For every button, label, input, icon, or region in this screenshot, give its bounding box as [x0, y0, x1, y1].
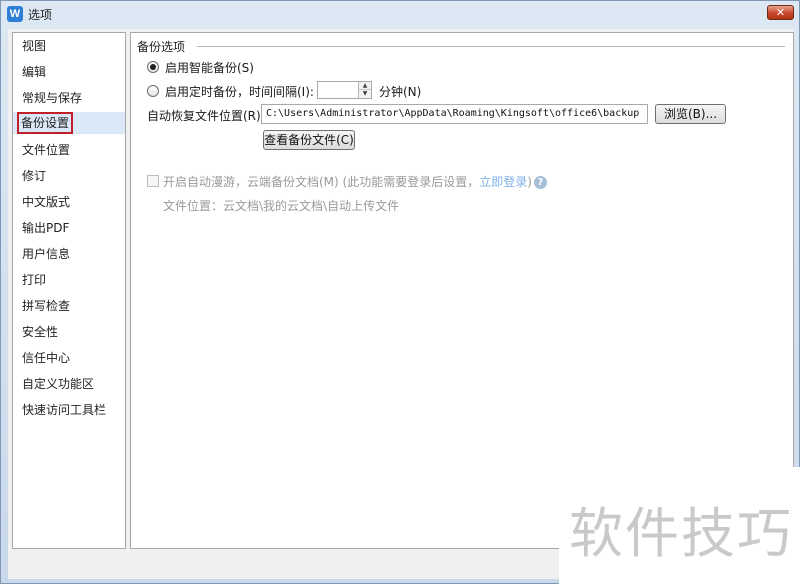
timed-backup-radio[interactable] [147, 85, 159, 97]
sidebar-item-label: 常规与保存 [22, 91, 83, 105]
sidebar-item-edit[interactable]: 编辑 [13, 61, 125, 83]
sidebar-item-label: 修订 [22, 169, 47, 183]
sidebar-item-file-locations[interactable]: 文件位置 [13, 139, 125, 161]
sidebar-item-label: 备份设置 [17, 112, 74, 134]
sidebar-item-spell-check[interactable]: 拼写检查 [13, 295, 125, 317]
sidebar-item-label: 输出PDF [22, 221, 70, 235]
group-divider [197, 46, 785, 47]
wps-app-icon: W [7, 6, 23, 22]
help-icon[interactable]: ? [533, 176, 547, 189]
watermark: 软件技巧 [559, 467, 800, 584]
sidebar-item-export-pdf[interactable]: 输出PDF [13, 217, 125, 239]
backup-options-group-title: 备份选项 [137, 38, 190, 55]
sidebar-item-label: 文件位置 [22, 143, 71, 157]
cloud-file-location-text: 文件位置：云文档\我的云文档\自动上传文件 [163, 199, 400, 213]
timed-backup-label[interactable]: 启用定时备份，时间间隔(I): [165, 83, 314, 100]
stepper-down-icon[interactable]: ▼ [359, 90, 371, 98]
cloud-roaming-text: 开启自动漫游，云端备份文档(M) (此功能需要登录后设置， [163, 175, 480, 189]
sidebar-item-label: 安全性 [22, 325, 59, 339]
browse-button[interactable]: 浏览(B)... [655, 104, 726, 124]
window-title: 选项 [28, 8, 53, 22]
options-sidebar: 视图 编辑 常规与保存 备份设置 文件位置 修订 中文版式 输出PDF 用户信息… [12, 32, 126, 549]
sidebar-item-print[interactable]: 打印 [13, 269, 125, 291]
sidebar-item-user-info[interactable]: 用户信息 [13, 243, 125, 265]
sidebar-item-label: 视图 [22, 39, 47, 53]
recovery-location-label: 自动恢复文件位置(R): [147, 109, 265, 123]
cloud-roaming-suffix: ) [527, 175, 532, 189]
sidebar-item-label: 自定义功能区 [22, 377, 95, 391]
sidebar-item-label: 用户信息 [22, 247, 71, 261]
sidebar-item-trust-center[interactable]: 信任中心 [13, 347, 125, 369]
close-button[interactable]: ✕ [767, 5, 794, 20]
sidebar-item-revisions[interactable]: 修订 [13, 165, 125, 187]
watermark-text: 软件技巧 [569, 502, 793, 565]
interval-unit-label: 分钟(N) [379, 85, 422, 99]
stepper-up-icon[interactable]: ▲ [359, 82, 371, 90]
options-dialog: W 选项 ✕ 视图 编辑 常规与保存 备份设置 文件位置 修订 中文版式 输出P… [0, 0, 800, 584]
sidebar-item-label: 信任中心 [22, 351, 71, 365]
backup-interval-stepper[interactable]: ▲ ▼ [317, 81, 372, 99]
title-bar[interactable]: W 选项 ✕ [1, 1, 799, 27]
sidebar-item-label: 中文版式 [22, 195, 71, 209]
login-now-link[interactable]: 立即登录 [479, 175, 527, 189]
sidebar-item-security[interactable]: 安全性 [13, 321, 125, 343]
cloud-roaming-label: 开启自动漫游，云端备份文档(M) (此功能需要登录后设置，立即登录)? [163, 173, 547, 190]
sidebar-item-general-save[interactable]: 常规与保存 [13, 87, 125, 109]
sidebar-item-chinese-layout[interactable]: 中文版式 [13, 191, 125, 213]
sidebar-item-view[interactable]: 视图 [13, 35, 125, 57]
stepper-buttons: ▲ ▼ [358, 82, 371, 98]
cloud-roaming-checkbox[interactable] [147, 175, 159, 187]
sidebar-item-customize-ribbon[interactable]: 自定义功能区 [13, 373, 125, 395]
view-backup-files-button[interactable]: 查看备份文件(C) [263, 130, 355, 150]
smart-backup-label[interactable]: 启用智能备份(S) [165, 59, 254, 76]
sidebar-item-label: 编辑 [22, 65, 47, 79]
sidebar-item-label: 快速访问工具栏 [22, 403, 107, 417]
sidebar-item-label: 拼写检查 [22, 299, 71, 313]
sidebar-item-label: 打印 [22, 273, 47, 287]
sidebar-item-quick-access-toolbar[interactable]: 快速访问工具栏 [13, 399, 125, 421]
recovery-location-field[interactable]: C:\Users\Administrator\AppData\Roaming\K… [261, 104, 648, 124]
sidebar-item-backup-settings[interactable]: 备份设置 [13, 112, 125, 134]
smart-backup-radio[interactable] [147, 61, 159, 73]
